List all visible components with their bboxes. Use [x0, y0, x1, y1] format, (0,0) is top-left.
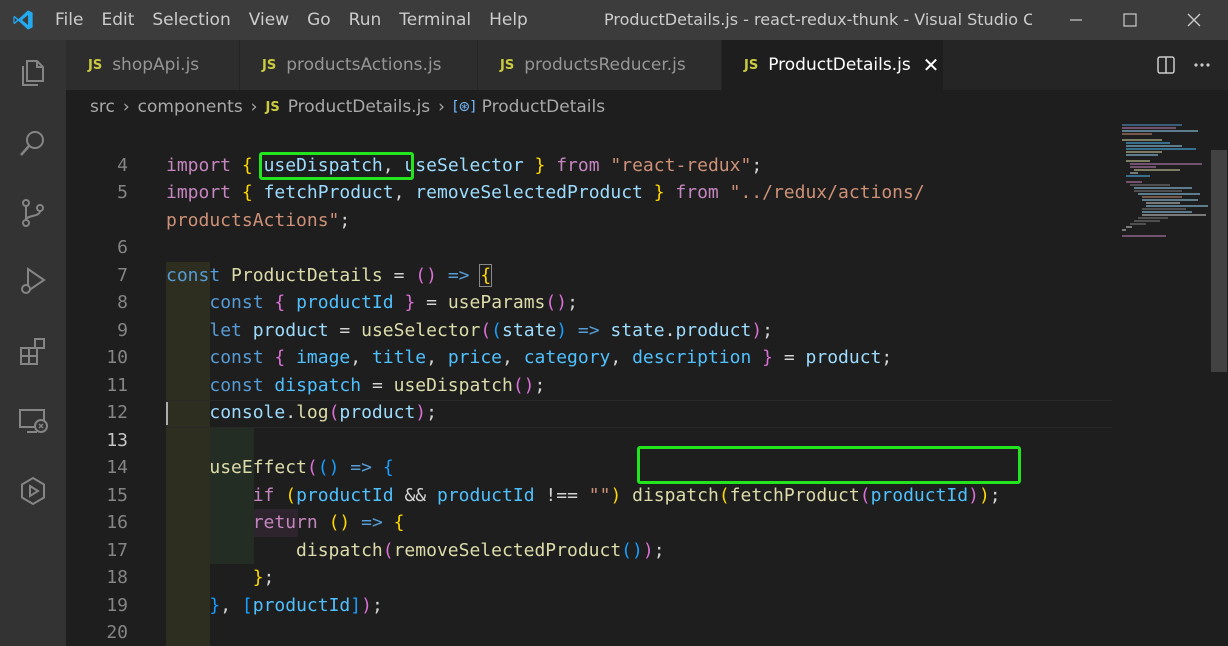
run-debug-icon[interactable] [0, 248, 66, 314]
js-file-icon: JS [744, 57, 759, 73]
menu-selection[interactable]: Selection [143, 0, 239, 40]
minimize-button[interactable] [1046, 0, 1106, 40]
code-line: 10 const { image, title, price, category… [66, 317, 1112, 368]
menu-view[interactable]: View [240, 0, 298, 40]
breadcrumb: src › components › JS ProductDetails.js … [66, 90, 1228, 124]
remote-explorer-icon[interactable] [0, 388, 66, 454]
highlight-box-import [259, 152, 414, 180]
menu-edit[interactable]: Edit [92, 0, 143, 40]
js-file-icon: JS [500, 57, 515, 73]
activity-bar [0, 40, 66, 646]
code-line: 19 }, [productId]); [66, 564, 1112, 616]
close-tab-icon[interactable]: ✕ [923, 53, 940, 77]
minimap[interactable] [1120, 124, 1210, 646]
tab-label: productsReducer.js [524, 55, 686, 75]
code-line: 20 [66, 592, 1112, 643]
code-line: 9 let product = useSelector((state) => s… [66, 289, 1112, 341]
tab-productsactions[interactable]: JS productsActions.js [240, 40, 478, 90]
tab-shopapi[interactable]: JS shopApi.js [66, 40, 240, 90]
breadcrumb-symbol[interactable]: ProductDetails [482, 97, 605, 117]
tab-label: productsActions.js [286, 55, 442, 75]
menu-bar: File Edit Selection View Go Run Terminal… [46, 0, 537, 40]
explorer-icon[interactable] [0, 40, 66, 106]
menu-run[interactable]: Run [340, 0, 391, 40]
chevron-right-icon: › [122, 97, 130, 117]
js-file-icon: JS [262, 57, 277, 73]
vertical-scrollbar[interactable] [1210, 124, 1228, 646]
code-line-wrapped: productsActions"; [166, 209, 351, 231]
tab-label: shopApi.js [112, 55, 200, 75]
chevron-right-icon: › [438, 97, 445, 117]
more-actions-icon[interactable] [1184, 47, 1220, 83]
tab-label: ProductDetails.js [768, 55, 911, 75]
code-line: 8 const { productId } = useParams(); [66, 262, 1112, 313]
close-window-button[interactable] [1164, 0, 1224, 40]
scrollbar-thumb[interactable] [1211, 150, 1227, 372]
menu-file[interactable]: File [46, 0, 92, 40]
chevron-right-icon: › [250, 97, 258, 117]
search-icon[interactable] [0, 110, 66, 176]
code-line: 21 return ( [66, 619, 1112, 646]
menu-terminal[interactable]: Terminal [390, 0, 480, 40]
menu-go[interactable]: Go [298, 0, 340, 40]
window-title: ProductDetails.js - react-redux-thunk - … [604, 10, 1032, 29]
code-line: 12 console.log(product); [66, 372, 1112, 423]
menu-help[interactable]: Help [480, 0, 537, 40]
highlight-box-dispatch [637, 446, 1021, 484]
code-line: 5 import { fetchProduct, removeSelectedPr… [66, 152, 1112, 203]
maximize-button[interactable] [1100, 0, 1160, 40]
editor-actions [1148, 40, 1228, 90]
text-cursor [166, 402, 168, 425]
vscode-logo-icon [0, 0, 46, 40]
tab-productsreducer[interactable]: JS productsReducer.js [478, 40, 722, 90]
title-bar: File Edit Selection View Go Run Terminal… [0, 0, 1228, 40]
code-editor[interactable]: 4 import { useDispatch, useSelector } fro… [66, 124, 1228, 646]
breadcrumb-components[interactable]: components [138, 97, 243, 117]
code-line: 16 return () => { [66, 482, 1112, 533]
extensions-icon[interactable] [0, 318, 66, 384]
js-file-icon: JS [88, 57, 103, 73]
breadcrumb-src[interactable]: src [90, 97, 115, 117]
code-line: 7 const ProductDetails = () => { [66, 234, 1112, 287]
docker-icon[interactable] [0, 458, 66, 524]
code-line-current: 13 [66, 399, 1112, 451]
code-line: 11 const dispatch = useDispatch(); [66, 344, 1112, 396]
tab-bar: JS shopApi.js JS productsActions.js JS p… [66, 40, 1228, 90]
code-line: 17 dispatch(removeSelectedProduct()); [66, 509, 1112, 561]
tab-productdetails[interactable]: JS ProductDetails.js ✕ [722, 40, 944, 90]
code-line: 18 }; [66, 537, 1112, 588]
source-control-icon[interactable] [0, 180, 66, 246]
code-line: 6 [66, 207, 1112, 258]
code-line: 4 import { useDispatch, useSelector } fro… [66, 124, 1112, 176]
breadcrumb-file[interactable]: ProductDetails.js [288, 97, 430, 117]
split-editor-icon[interactable] [1148, 47, 1184, 83]
js-file-icon: JS [265, 99, 280, 115]
symbol-variable-icon: [⊛] [452, 99, 476, 115]
